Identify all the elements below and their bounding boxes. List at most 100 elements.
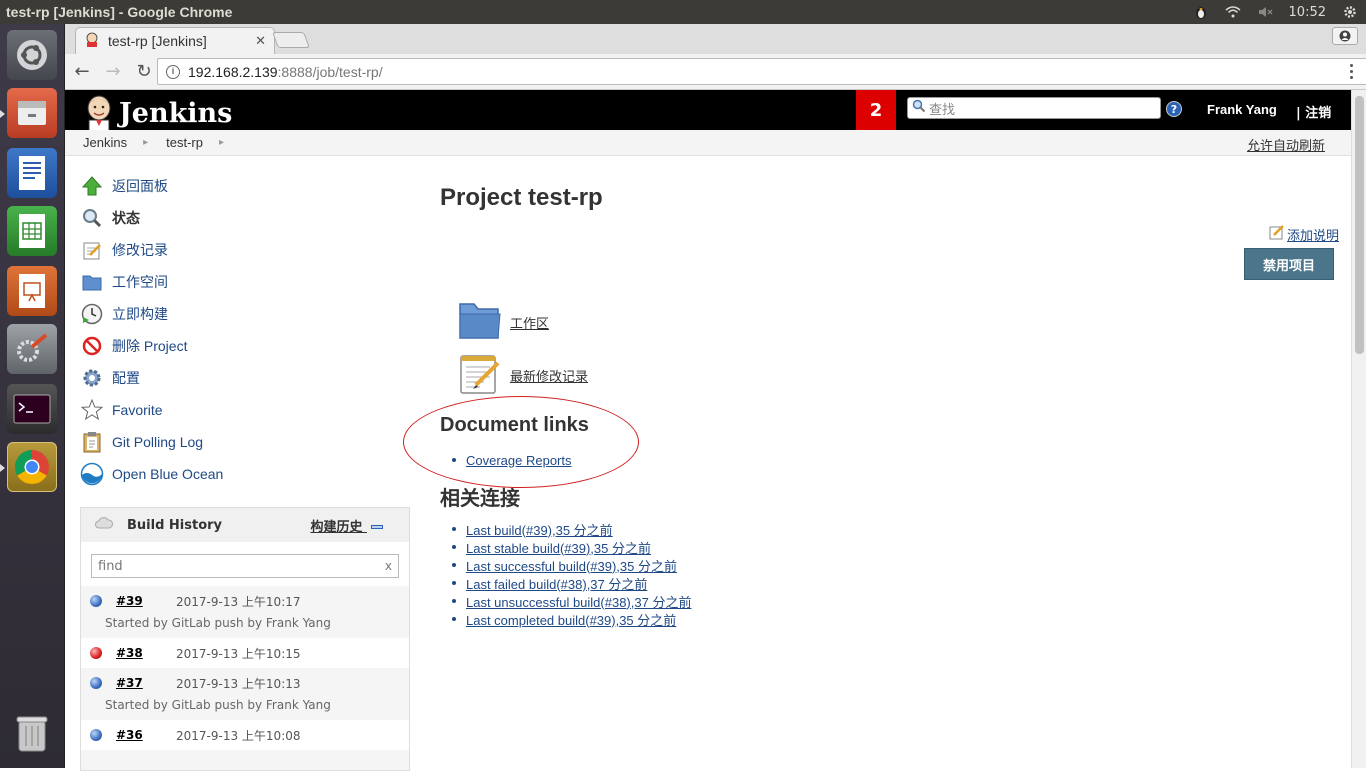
- jenkins-logo-text: Jenkins: [119, 97, 233, 129]
- task-delete-project[interactable]: 删除 Project: [80, 330, 410, 362]
- disable-project-button[interactable]: 禁用项目: [1244, 248, 1334, 280]
- edit-note-icon: [1269, 224, 1285, 244]
- clock-icon: [80, 302, 104, 326]
- breadcrumb: Jenkins ▸ test-rp ▸ 允许自动刷新: [65, 130, 1351, 156]
- browser-toolbar: ← → ↻ i 192.168.2.139 :8888/job/test-rp/…: [65, 54, 1366, 90]
- task-favorite[interactable]: Favorite: [80, 394, 410, 426]
- settings-gear-icon[interactable]: [1342, 4, 1358, 20]
- window-title: test-rp [Jenkins] - Google Chrome: [6, 4, 233, 20]
- tux-icon[interactable]: [1193, 4, 1209, 20]
- back-arrow-icon[interactable]: ←: [68, 58, 96, 86]
- build-number-link[interactable]: #37: [116, 676, 176, 690]
- clock[interactable]: 10:52: [1289, 5, 1326, 20]
- auto-refresh-link[interactable]: 允许自动刷新: [1247, 135, 1325, 154]
- task-open-blue-ocean[interactable]: Open Blue Ocean: [80, 458, 410, 490]
- build-filter-input[interactable]: find x: [91, 554, 399, 578]
- build-number-link[interactable]: #38: [116, 646, 176, 660]
- build-row: #38 2017-9-13 上午10:15: [81, 638, 409, 668]
- url-path: :8888/job/test-rp/: [277, 63, 383, 80]
- running-indicator: [0, 110, 5, 118]
- recent-changes-link[interactable]: 最新修改记录: [458, 351, 588, 399]
- workspace-link[interactable]: 工作区: [458, 300, 549, 344]
- last-successful-build-link[interactable]: Last successful build(#39),35 分之前: [466, 556, 677, 575]
- forward-arrow-icon[interactable]: →: [99, 58, 127, 86]
- build-date-link[interactable]: 2017-9-13 上午10:08: [176, 727, 301, 744]
- status-red-ball-icon[interactable]: [90, 647, 102, 659]
- breadcrumb-jenkins[interactable]: Jenkins: [83, 135, 127, 150]
- last-unsuccessful-build-link[interactable]: Last unsuccessful build(#38),37 分之前: [466, 592, 691, 611]
- build-date-link[interactable]: 2017-9-13 上午10:13: [176, 675, 301, 692]
- last-completed-build-link[interactable]: Last completed build(#39),35 分之前: [466, 610, 676, 629]
- files-icon[interactable]: [7, 88, 57, 138]
- impress-icon[interactable]: [7, 266, 57, 316]
- scrollbar-thumb[interactable]: [1355, 96, 1364, 354]
- task-configure[interactable]: 配置: [80, 362, 410, 394]
- add-description-link[interactable]: 添加说明: [1269, 224, 1339, 244]
- help-icon[interactable]: ?: [1166, 101, 1182, 117]
- build-date-link[interactable]: 2017-9-13 上午10:17: [176, 593, 301, 610]
- tab-close-icon[interactable]: ✕: [255, 33, 266, 49]
- search-box[interactable]: 查找: [907, 97, 1161, 119]
- last-failed-build-link[interactable]: Last failed build(#38),37 分之前: [466, 574, 647, 593]
- build-number-link[interactable]: #39: [116, 594, 176, 608]
- address-bar[interactable]: i 192.168.2.139 :8888/job/test-rp/ ☆: [157, 58, 1366, 85]
- ubuntu-dash-icon[interactable]: [7, 30, 57, 80]
- wifi-icon[interactable]: [1225, 4, 1241, 20]
- up-arrow-icon: [80, 174, 104, 198]
- task-workspace[interactable]: 工作空间: [80, 266, 410, 298]
- breadcrumb-chevron-icon[interactable]: ▸: [143, 137, 148, 148]
- task-label: Git Polling Log: [112, 434, 204, 450]
- user-name-link[interactable]: Frank Yang: [1207, 102, 1277, 117]
- logout-link[interactable]: | 注销: [1296, 102, 1331, 121]
- browser-tab[interactable]: test-rp [Jenkins] ✕: [75, 27, 275, 54]
- writer-icon[interactable]: [7, 148, 57, 198]
- list-item: Last build(#39),35 分之前: [452, 520, 691, 539]
- notification-badge[interactable]: 2: [856, 90, 896, 130]
- status-blue-ball-icon[interactable]: [90, 595, 102, 607]
- status-blue-ball-icon[interactable]: [90, 677, 102, 689]
- related-links-heading: 相关连接: [440, 486, 520, 510]
- task-label: Open Blue Ocean: [112, 466, 224, 482]
- list-item: Last unsuccessful build(#38),37 分之前: [452, 592, 691, 611]
- last-stable-build-link[interactable]: Last stable build(#39),35 分之前: [466, 538, 651, 557]
- tab-title: test-rp [Jenkins]: [108, 33, 207, 49]
- last-build-link[interactable]: Last build(#39),35 分之前: [466, 520, 613, 539]
- build-date-link[interactable]: 2017-9-13 上午10:15: [176, 645, 301, 662]
- bullet-icon: [452, 527, 456, 531]
- search-input[interactable]: 查找: [929, 99, 955, 118]
- notepad-icon: [458, 351, 502, 399]
- task-git-polling-log[interactable]: Git Polling Log: [80, 426, 410, 458]
- chrome-icon[interactable]: [7, 442, 57, 492]
- status-blue-ball-icon[interactable]: [90, 729, 102, 741]
- system-settings-icon[interactable]: [7, 324, 57, 374]
- profile-icon[interactable]: [1332, 27, 1358, 45]
- task-status[interactable]: 状态: [80, 202, 410, 234]
- clear-filter-icon[interactable]: x: [385, 559, 392, 573]
- coverage-reports-link[interactable]: Coverage Reports: [466, 453, 572, 468]
- list-item: Last completed build(#39),35 分之前: [452, 610, 691, 629]
- volume-muted-icon[interactable]: [1257, 4, 1273, 20]
- terminal-icon[interactable]: [7, 384, 57, 434]
- task-label: 立即构建: [112, 306, 168, 322]
- new-tab-button[interactable]: [272, 32, 310, 48]
- trash-icon[interactable]: [7, 708, 57, 758]
- build-row: #39 2017-9-13 上午10:17 Started by GitLab p…: [81, 586, 409, 638]
- page-scrollbar[interactable]: [1351, 90, 1366, 768]
- task-back-to-dashboard[interactable]: 返回面板: [80, 170, 410, 202]
- info-icon[interactable]: i: [166, 64, 180, 79]
- jenkins-logo[interactable]: Jenkins: [83, 93, 232, 133]
- chrome-menu-icon[interactable]: [1350, 64, 1354, 80]
- bullet-icon: [452, 458, 456, 462]
- reload-icon[interactable]: ↻: [130, 58, 158, 86]
- build-number-link[interactable]: #36: [116, 728, 176, 742]
- breadcrumb-chevron-icon[interactable]: ▸: [219, 137, 224, 148]
- star-icon: [80, 398, 104, 422]
- breadcrumb-test-rp[interactable]: test-rp: [166, 135, 203, 150]
- task-label: 返回面板: [112, 178, 168, 194]
- build-trend-link[interactable]: 构建历史: [310, 516, 383, 535]
- cloud-icon: [95, 517, 113, 533]
- task-changes[interactable]: 修改记录: [80, 234, 410, 266]
- task-build-now[interactable]: 立即构建: [80, 298, 410, 330]
- calc-icon[interactable]: [7, 206, 57, 256]
- minus-icon[interactable]: [371, 525, 383, 529]
